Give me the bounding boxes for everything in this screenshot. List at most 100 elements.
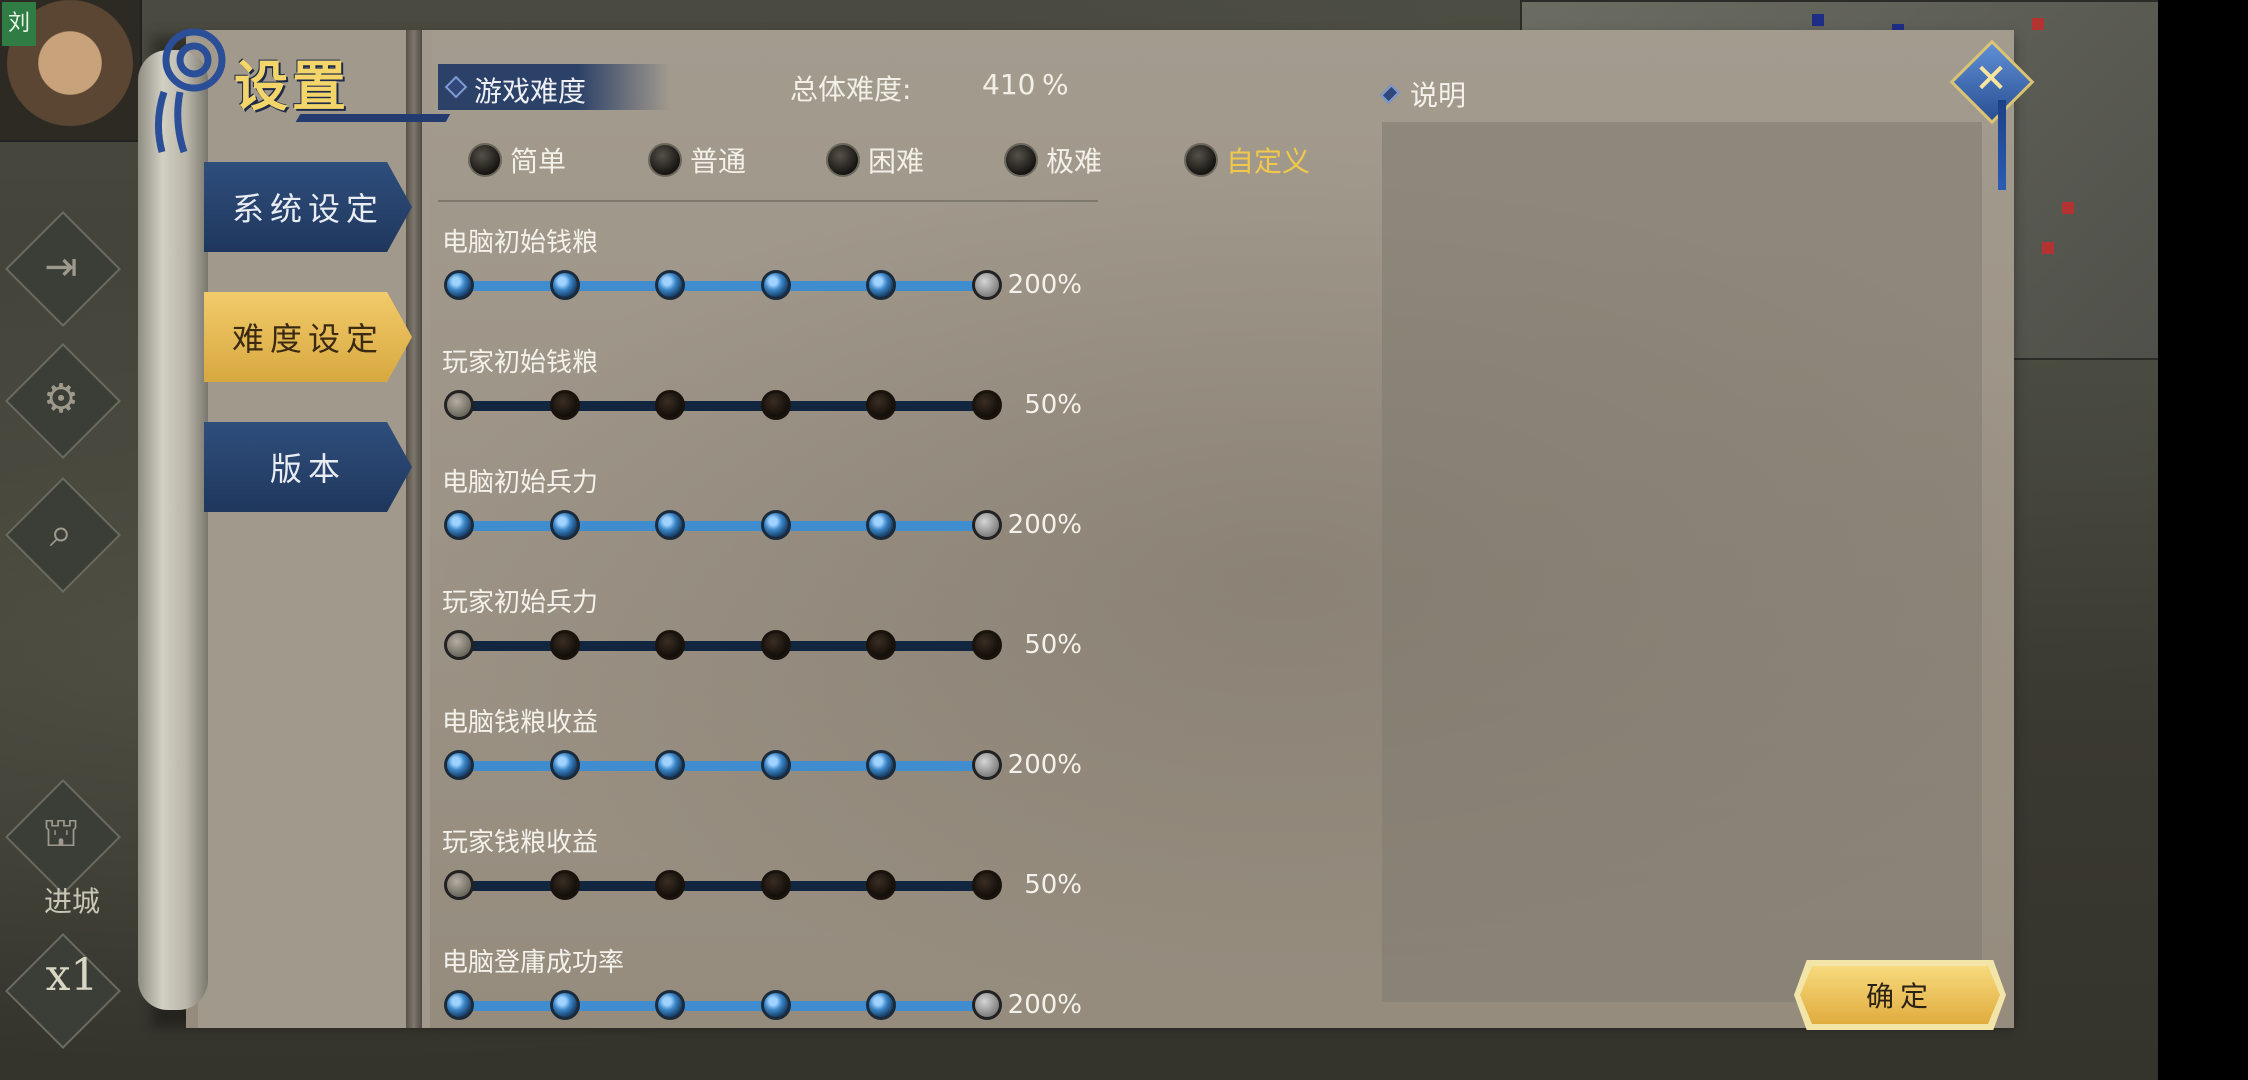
slider-step-node[interactable] bbox=[444, 510, 474, 540]
radio-knob-icon bbox=[468, 143, 502, 177]
slider-step-node[interactable] bbox=[655, 750, 686, 780]
section-header-difficulty: 游戏难度 bbox=[438, 64, 670, 110]
slider-step-node[interactable] bbox=[444, 870, 474, 900]
slider-label: 电脑钱粮收益 bbox=[442, 708, 599, 738]
slider-value: 200% bbox=[1007, 270, 1082, 300]
difficulty-slider-row: 玩家初始钱粮 50% bbox=[438, 330, 1118, 450]
slider-step-node[interactable] bbox=[760, 750, 791, 780]
overall-difficulty-label: 总体难度: bbox=[790, 73, 912, 106]
slider-step-node[interactable] bbox=[972, 510, 1002, 540]
slider-step-node[interactable] bbox=[549, 990, 580, 1020]
slider-step-node[interactable] bbox=[972, 390, 1002, 420]
preset-radio-hard[interactable]: 困难 bbox=[826, 140, 924, 180]
preset-radio-extreme[interactable]: 极难 bbox=[1004, 140, 1102, 180]
title-ribbon bbox=[295, 114, 451, 122]
close-icon[interactable]: ✕ bbox=[1964, 50, 2018, 108]
enter-city-label: 进城 bbox=[44, 885, 101, 918]
slider-step-node[interactable] bbox=[444, 630, 474, 660]
slider[interactable] bbox=[444, 868, 1004, 904]
slider-label: 电脑初始钱粮 bbox=[442, 228, 599, 258]
slider[interactable] bbox=[444, 268, 1004, 304]
slider-step-node[interactable] bbox=[549, 750, 580, 780]
slider-step-node[interactable] bbox=[760, 990, 791, 1020]
radio-knob-icon bbox=[826, 143, 860, 177]
search-icon[interactable]: ⌕ bbox=[22, 494, 100, 572]
radio-knob-icon bbox=[1004, 143, 1038, 177]
nav-tab-version[interactable]: 版本 bbox=[204, 422, 412, 512]
slider-step-node[interactable] bbox=[549, 510, 580, 540]
description-header: 说明 bbox=[1380, 74, 1467, 114]
slider-track bbox=[458, 521, 986, 531]
slider-step-node[interactable] bbox=[760, 630, 791, 660]
slider-step-node[interactable] bbox=[655, 270, 686, 300]
slider-step-node[interactable] bbox=[760, 390, 791, 420]
header-divider bbox=[438, 200, 1098, 202]
close-tassel bbox=[1998, 100, 2006, 190]
slider-step-node[interactable] bbox=[866, 390, 897, 420]
slider-step-node[interactable] bbox=[972, 630, 1002, 660]
slider-step-node[interactable] bbox=[655, 390, 686, 420]
description-panel bbox=[1382, 122, 1982, 1002]
slider-step-node[interactable] bbox=[444, 270, 474, 300]
slider-value: 200% bbox=[1007, 510, 1082, 540]
slider[interactable] bbox=[444, 628, 1004, 664]
slider[interactable] bbox=[444, 388, 1004, 424]
slider-track bbox=[458, 761, 986, 771]
confirm-button[interactable]: 确定 bbox=[1800, 966, 2000, 1024]
slider-step-node[interactable] bbox=[444, 990, 474, 1020]
settings-dialog: 设置 系统设定 难度设定 版本 游戏难度 总体难度: 410 % 简单 普通 困… bbox=[138, 28, 2035, 1030]
slider-label: 电脑登庸成功率 bbox=[442, 948, 625, 978]
slider-track bbox=[458, 641, 986, 651]
diamond-bullet-icon bbox=[444, 75, 468, 99]
slider-step-node[interactable] bbox=[760, 270, 791, 300]
slider-step-node[interactable] bbox=[655, 870, 686, 900]
preset-radio-normal[interactable]: 普通 bbox=[648, 140, 746, 180]
slider[interactable] bbox=[444, 508, 1004, 544]
castle-icon[interactable]: ⛫ bbox=[22, 796, 100, 874]
preset-radio-custom[interactable]: 自定义 bbox=[1184, 140, 1310, 180]
slider-step-node[interactable] bbox=[655, 510, 686, 540]
description-title: 说明 bbox=[1410, 79, 1467, 112]
slider-step-node[interactable] bbox=[866, 510, 897, 540]
slider-step-node[interactable] bbox=[972, 990, 1002, 1020]
nav-tab-system-settings[interactable]: 系统设定 bbox=[204, 162, 412, 252]
slider-fill bbox=[458, 1001, 986, 1011]
slider-track bbox=[458, 281, 986, 291]
preset-label: 普通 bbox=[690, 145, 747, 178]
slider-step-node[interactable] bbox=[444, 750, 474, 780]
exit-icon[interactable]: ⇥ bbox=[22, 228, 100, 306]
slider-step-node[interactable] bbox=[760, 510, 791, 540]
slider-step-node[interactable] bbox=[866, 630, 897, 660]
slider-step-node[interactable] bbox=[866, 270, 897, 300]
slider-step-node[interactable] bbox=[549, 870, 580, 900]
gear-icon[interactable]: ⚙ bbox=[22, 360, 100, 438]
nav-tab-difficulty-settings[interactable]: 难度设定 bbox=[204, 292, 412, 382]
slider[interactable] bbox=[444, 748, 1004, 784]
slider-step-node[interactable] bbox=[549, 270, 580, 300]
radio-knob-icon bbox=[1184, 143, 1218, 177]
preset-radio-easy[interactable]: 简单 bbox=[468, 140, 566, 180]
slider-step-node[interactable] bbox=[972, 870, 1002, 900]
speed-button[interactable]: x1 bbox=[22, 950, 122, 1001]
slider-step-node[interactable] bbox=[549, 390, 580, 420]
slider-step-node[interactable] bbox=[972, 750, 1002, 780]
dialog-title: 设置 bbox=[234, 54, 350, 118]
slider-step-node[interactable] bbox=[444, 390, 474, 420]
slider-value: 200% bbox=[1007, 990, 1082, 1020]
overall-difficulty-value: 410 bbox=[982, 68, 1036, 101]
slider-value: 50% bbox=[1024, 870, 1082, 900]
slider-step-node[interactable] bbox=[866, 870, 897, 900]
slider-step-node[interactable] bbox=[549, 630, 580, 660]
difficulty-slider-row: 电脑登庸成功率 200% bbox=[438, 930, 1118, 1030]
slider-step-node[interactable] bbox=[655, 630, 686, 660]
slider-label: 电脑初始兵力 bbox=[442, 468, 599, 498]
slider[interactable] bbox=[444, 988, 1004, 1024]
slider-step-node[interactable] bbox=[866, 990, 897, 1020]
difficulty-slider-list[interactable]: 电脑初始钱粮 200% 玩家初始钱粮 50% 电脑初始兵力 200% 玩家初始兵力 50% 电脑… bbox=[438, 210, 1118, 1030]
ruler-portrait[interactable]: 刘 bbox=[0, 0, 142, 142]
slider-step-node[interactable] bbox=[972, 270, 1002, 300]
slider-step-node[interactable] bbox=[866, 750, 897, 780]
slider-step-node[interactable] bbox=[655, 990, 686, 1020]
difficulty-slider-row: 电脑初始兵力 200% bbox=[438, 450, 1118, 570]
slider-step-node[interactable] bbox=[760, 870, 791, 900]
